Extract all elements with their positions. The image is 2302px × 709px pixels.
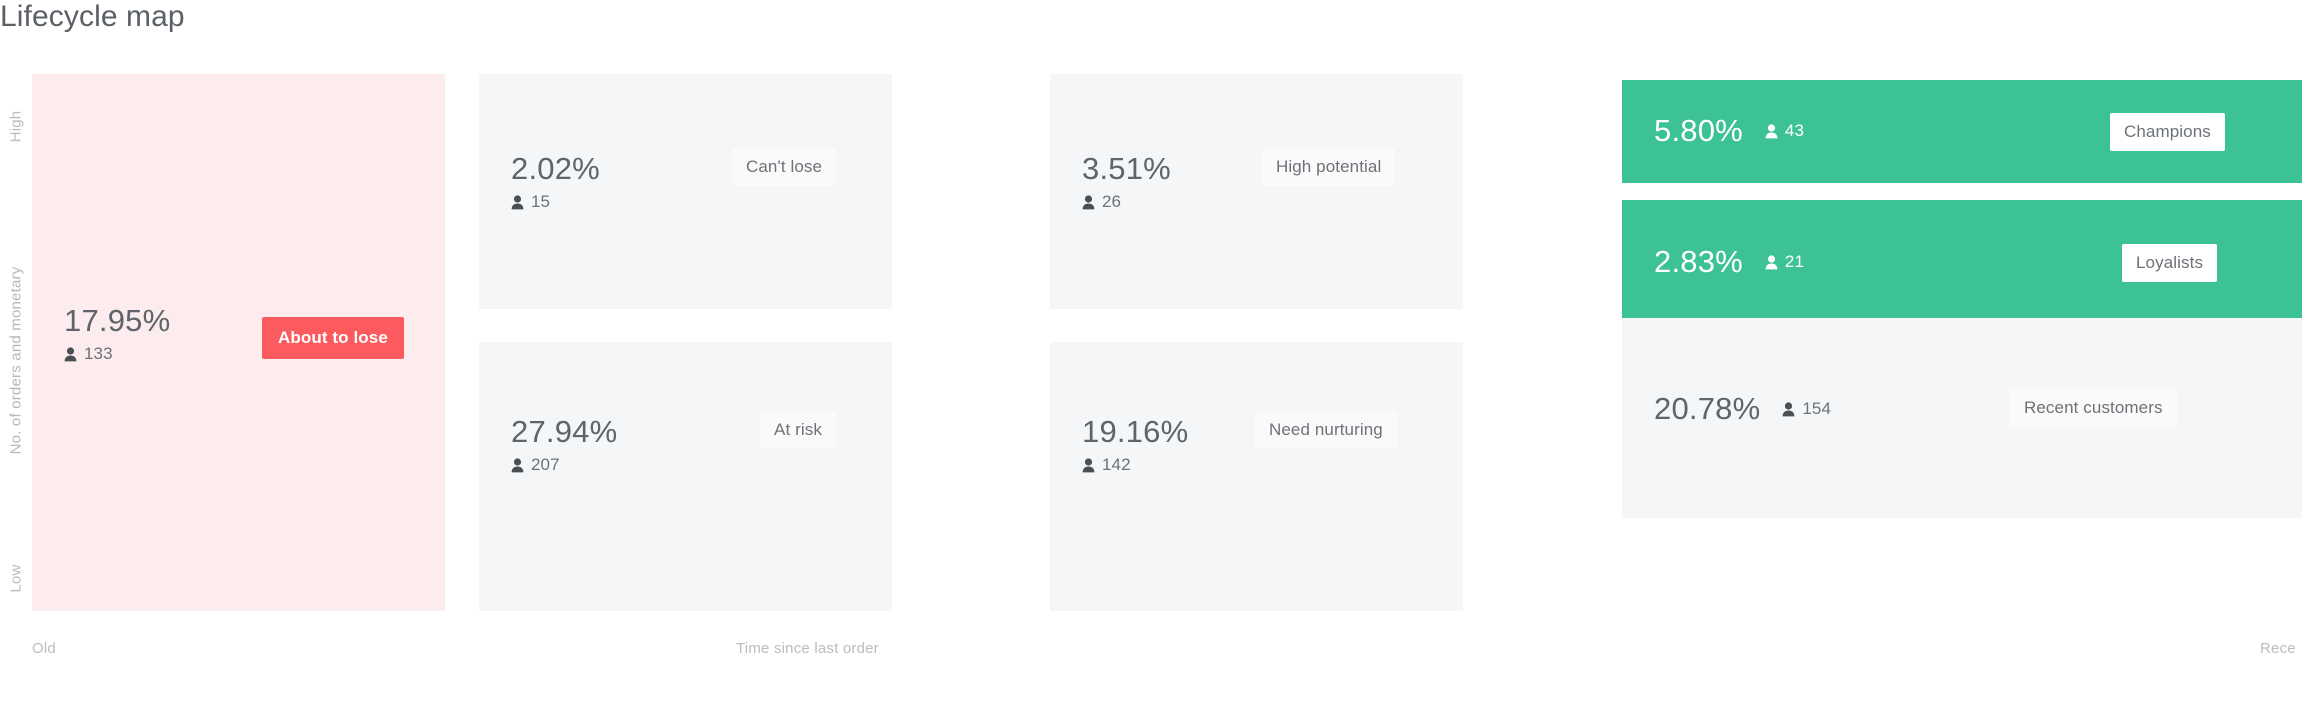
segment-count-row: 133 — [64, 344, 170, 364]
segment-cell-recent-customers[interactable]: 20.78% 154 Recent customers — [1622, 318, 2302, 518]
segment-count: 133 — [84, 344, 113, 363]
segment-badge-loyalists[interactable]: Loyalists — [2122, 244, 2218, 282]
y-axis: High No. of orders and monetary Low — [0, 70, 32, 635]
person-icon — [511, 194, 524, 210]
segment-percent: 2.83% — [1654, 244, 1743, 279]
x-axis-right-label: Rece — [2260, 640, 2296, 657]
segment-count-row: 43 — [1765, 121, 1804, 141]
segment-metrics: 20.78% 154 — [1654, 392, 1831, 426]
segment-cell-need-nurturing[interactable]: 19.16% 142 Need nurturing — [1050, 342, 1463, 611]
person-icon — [1782, 401, 1795, 417]
segment-count: 21 — [1784, 252, 1805, 271]
segment-percent: 19.16% — [1082, 414, 1189, 449]
y-axis-title: No. of orders and monetary — [7, 266, 25, 455]
segment-badge-cant-lose[interactable]: Can't lose — [732, 148, 837, 186]
segment-cell-high-potential[interactable]: 3.51% 26 High potential — [1050, 74, 1463, 309]
segment-cell-loyalists[interactable]: 2.83% 21 Loyalists — [1622, 200, 2302, 322]
segment-metrics: 2.02% 15 — [511, 152, 600, 212]
segment-badge-high-potential[interactable]: High potential — [1262, 148, 1396, 186]
person-icon — [511, 457, 524, 473]
x-axis-title: Time since last order — [736, 640, 879, 657]
segment-badge-need-nurturing[interactable]: Need nurturing — [1255, 411, 1397, 449]
segment-badge-champions[interactable]: Champions — [2110, 113, 2225, 151]
segment-metrics: 3.51% 26 — [1082, 152, 1171, 212]
segment-count-row: 21 — [1765, 252, 1804, 272]
segment-count: 207 — [531, 455, 560, 474]
segment-badge-at-risk[interactable]: At risk — [760, 411, 836, 449]
segment-count-row: 207 — [511, 455, 617, 475]
segment-count-row: 142 — [1082, 455, 1188, 475]
segment-metrics: 27.94% 207 — [511, 415, 617, 475]
segment-percent: 5.80% — [1654, 113, 1743, 148]
segment-count-row: 26 — [1082, 192, 1171, 212]
person-icon — [1765, 123, 1778, 139]
y-axis-top-label: High — [7, 110, 25, 143]
page-title: Lifecycle map — [0, 0, 185, 33]
segment-percent: 20.78% — [1654, 391, 1761, 426]
segment-metrics: 5.80% 43 — [1654, 114, 1804, 148]
segment-count: 154 — [1802, 399, 1832, 418]
segment-count: 26 — [1102, 192, 1122, 211]
segment-cell-about-to-lose[interactable]: 17.95% 133 About to lose — [32, 74, 445, 611]
segment-cell-cant-lose[interactable]: 2.02% 15 Can't lose — [479, 74, 892, 309]
segment-badge-recent-customers[interactable]: Recent customers — [2010, 389, 2177, 427]
segment-metrics: 2.83% 21 — [1654, 245, 1804, 279]
person-icon — [1082, 457, 1095, 473]
person-icon — [64, 346, 77, 362]
x-axis-left-label: Old — [32, 640, 56, 657]
segment-metrics: 19.16% 142 — [1082, 415, 1188, 475]
segment-count-row: 154 — [1782, 399, 1831, 419]
segment-count: 15 — [531, 192, 551, 211]
segment-cell-at-risk[interactable]: 27.94% 207 At risk — [479, 342, 892, 611]
person-icon — [1765, 254, 1778, 270]
segment-count-row: 15 — [511, 192, 600, 212]
segment-metrics: 17.95% 133 — [64, 304, 170, 364]
segment-percent: 2.02% — [511, 151, 600, 186]
segment-percent: 17.95% — [64, 303, 171, 338]
person-icon — [1082, 194, 1095, 210]
segment-cell-champions[interactable]: 5.80% 43 Champions — [1622, 80, 2302, 183]
segment-count: 142 — [1102, 455, 1131, 474]
segment-percent: 27.94% — [511, 414, 618, 449]
segment-badge-about-to-lose[interactable]: About to lose — [262, 317, 404, 359]
segment-count: 43 — [1784, 121, 1805, 140]
y-axis-bottom-label: Low — [7, 564, 25, 593]
lifecycle-grid: 17.95% 133 About to lose 2.02% 15 Can't … — [32, 74, 2302, 631]
x-axis: Old Time since last order Rece — [32, 640, 2302, 670]
lifecycle-map-widget: Lifecycle map High No. of orders and mon… — [0, 0, 2302, 709]
segment-percent: 3.51% — [1082, 151, 1171, 186]
